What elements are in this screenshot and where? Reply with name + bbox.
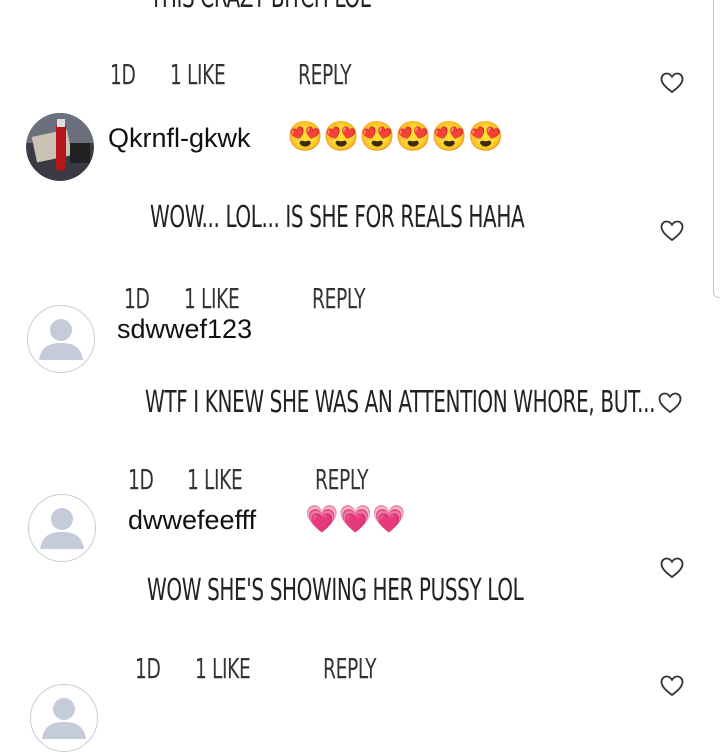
avatar-default-icon[interactable] bbox=[30, 684, 98, 752]
like-heart-icon[interactable] bbox=[660, 72, 684, 99]
like-heart-icon[interactable] bbox=[660, 557, 684, 584]
comment-age: 1D bbox=[128, 463, 154, 496]
emoji-reaction: 😍😍😍😍😍😍 bbox=[287, 121, 504, 153]
like-heart-icon[interactable] bbox=[658, 392, 682, 419]
comment-text: WTF I KNEW SHE WAS AN ATTENTION WHORE, B… bbox=[145, 385, 656, 420]
username[interactable]: dwwefeefff bbox=[128, 505, 256, 536]
avatar[interactable] bbox=[26, 113, 94, 181]
username[interactable]: Qkrnfl-gkwk bbox=[108, 123, 251, 154]
reply-button[interactable]: REPLY bbox=[298, 58, 351, 91]
scrollbar[interactable] bbox=[713, 0, 720, 298]
comment-text: WOW... LOL... IS SHE FOR REALS HAHA bbox=[150, 200, 525, 235]
reply-button[interactable]: REPLY bbox=[315, 463, 368, 496]
comment-age: 1D bbox=[135, 652, 161, 685]
like-count[interactable]: 1 LIKE bbox=[184, 282, 240, 315]
emoji-reaction: 💗💗💗 bbox=[305, 504, 406, 534]
reply-button[interactable]: REPLY bbox=[312, 282, 365, 315]
like-count[interactable]: 1 LIKE bbox=[195, 652, 251, 685]
like-count[interactable]: 1 LIKE bbox=[170, 58, 226, 91]
avatar-default-icon[interactable] bbox=[27, 305, 95, 373]
like-heart-icon[interactable] bbox=[660, 220, 684, 247]
comment-age: 1D bbox=[124, 282, 150, 315]
username[interactable]: sdwwef123 bbox=[117, 314, 252, 345]
comment-text: WOW SHE'S SHOWING HER PUSSY LOL bbox=[147, 573, 524, 608]
reply-button[interactable]: REPLY bbox=[323, 652, 376, 685]
like-count[interactable]: 1 LIKE bbox=[187, 463, 243, 496]
like-heart-icon[interactable] bbox=[660, 675, 684, 702]
comment-text: THIS CRAZY BITCH LOL bbox=[150, 0, 371, 15]
avatar-default-icon[interactable] bbox=[28, 494, 96, 562]
comment-age: 1D bbox=[110, 58, 136, 91]
